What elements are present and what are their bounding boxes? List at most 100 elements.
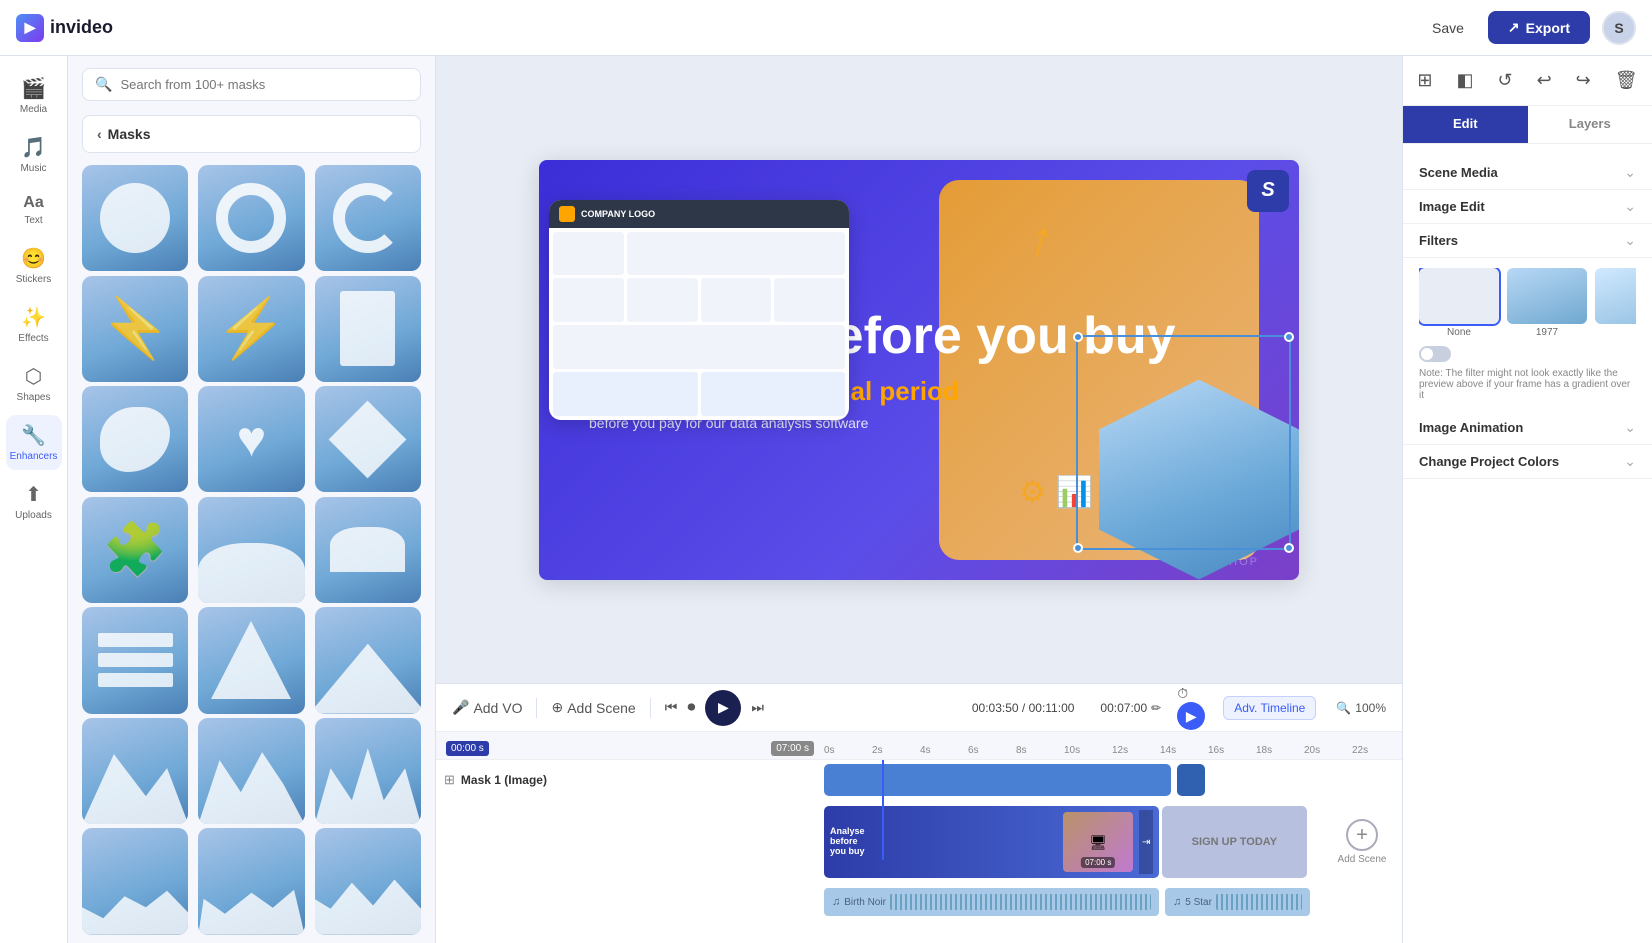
section-change-colors[interactable]: Change Project Colors ⌄ [1403, 445, 1652, 479]
mask-item-15[interactable] [315, 607, 421, 713]
audio-wave-1 [890, 894, 1151, 911]
sidebar-item-text[interactable]: Aa Text [6, 186, 62, 234]
timeline-controls: 🎤 Add VO ⊕ Add Scene ⏮ ⏺ ▶ [436, 684, 1402, 732]
mask-item-19[interactable] [82, 828, 188, 934]
scene1-duration-badge: 07:00 s [1081, 857, 1115, 868]
mask-item-3[interactable] [315, 165, 421, 271]
sidebar-item-enhancers[interactable]: 🔧 Enhancers [6, 415, 62, 470]
mask-clip[interactable] [824, 764, 1171, 796]
audio-clip-1[interactable]: ♫ Birth Noir [824, 888, 1159, 916]
filters-row: None 1977 [1419, 268, 1636, 338]
tab-edit[interactable]: Edit [1403, 106, 1528, 143]
mask-item-4[interactable]: ⚡ [82, 276, 188, 382]
grid-view-button[interactable]: ⊞ [1411, 66, 1438, 95]
record2-button[interactable]: ▶ [1177, 702, 1205, 730]
undo-button[interactable]: ↩ [1531, 66, 1558, 95]
canvas[interactable]: S COMPANY LOGO [539, 160, 1299, 580]
change-colors-label: Change Project Colors [1419, 454, 1559, 469]
mask-item-6[interactable] [315, 276, 421, 382]
track-content-scene[interactable]: Analysebeforeyou buy 🖥 07:00 s ⇥ [824, 806, 1402, 878]
music-icon-2: ♫ [1173, 896, 1181, 908]
mask-item-17[interactable] [198, 718, 304, 824]
audio-clip-2[interactable]: ♫ 5 Star [1165, 888, 1310, 916]
mask-item-18[interactable] [315, 718, 421, 824]
ruler-left-pad: 00:00 s 07:00 s [436, 732, 824, 759]
sidebar-label-effects: Effects [18, 333, 48, 344]
mask-item-21[interactable] [315, 828, 421, 934]
mask-item-10[interactable]: 🧩 [82, 497, 188, 603]
section-image-edit[interactable]: Image Edit ⌄ [1403, 190, 1652, 224]
add-scene-area[interactable]: + Add Scene [1322, 806, 1402, 878]
add-vo-button[interactable]: 🎤 Add VO [452, 699, 522, 716]
right-toolbar: ⊞ ◧ ↺ ↩ ↪ 🗑 [1403, 56, 1652, 106]
scene1-clip[interactable]: Analysebeforeyou buy 🖥 07:00 s ⇥ [824, 806, 1159, 878]
sidebar-item-uploads[interactable]: ⬆ Uploads [6, 474, 62, 529]
layers-button[interactable]: ◧ [1450, 66, 1479, 95]
mask-item-12[interactable] [315, 497, 421, 603]
avatar[interactable]: S [1602, 11, 1636, 45]
filter-none[interactable] [1419, 268, 1499, 324]
export-label: Export [1526, 20, 1570, 36]
sidebar-item-music[interactable]: 🎵 Music [6, 127, 62, 182]
masks-grid: ⚡ ⚡ ♥ [68, 161, 435, 943]
filter-1977[interactable] [1507, 268, 1587, 324]
mask-item-11[interactable] [198, 497, 304, 603]
mask-item-2[interactable] [198, 165, 304, 271]
track-content-mask[interactable] [824, 764, 1402, 796]
play-button[interactable]: ▶ [705, 690, 741, 726]
current-time: 00:03:50 [972, 701, 1019, 715]
mask-clip-end[interactable] [1177, 764, 1206, 796]
add-scene-button-top[interactable]: ⊕ Add Scene [551, 699, 635, 716]
filters-header[interactable]: Filters ⌄ [1403, 224, 1652, 258]
mask-item-20[interactable] [198, 828, 304, 934]
timer-button[interactable]: ⏱ [1177, 685, 1188, 702]
sidebar-item-stickers[interactable]: 😊 Stickers [6, 238, 62, 293]
export-button[interactable]: ↗ Export [1488, 11, 1590, 44]
scene2-clip[interactable]: SIGN UP TODAY [1162, 806, 1307, 878]
delete-button[interactable]: 🗑 [1609, 66, 1644, 95]
track-content-audio: ♫ Birth Noir ♫ 5 Star [824, 888, 1402, 916]
filter-extra[interactable] [1595, 268, 1636, 324]
save-button[interactable]: Save [1420, 14, 1476, 42]
sidebar-item-shapes[interactable]: ⬡ Shapes [6, 356, 62, 411]
scene-media-arrow-icon: ⌄ [1624, 164, 1636, 181]
mask-item-1[interactable] [82, 165, 188, 271]
edit-time-icon[interactable]: ✏ [1151, 701, 1161, 715]
microphone-icon: 🎤 [452, 699, 469, 716]
record-button[interactable]: ⏺ [687, 699, 695, 717]
mask-item-16[interactable] [82, 718, 188, 824]
mask-item-7[interactable] [82, 386, 188, 492]
ruler-tick-5: 10s [1064, 745, 1112, 759]
section-filters: Filters ⌄ None [1403, 224, 1652, 411]
add-scene-label: Add Scene [567, 700, 636, 716]
shapes-icon: ⬡ [25, 364, 42, 389]
filter-toggle-knob[interactable] [1419, 346, 1451, 362]
tab-layers[interactable]: Layers [1528, 106, 1652, 143]
gear-icon: ⚙ [1019, 475, 1046, 510]
search-input[interactable] [120, 77, 408, 92]
mask-item-9[interactable] [315, 386, 421, 492]
mask-item-5[interactable]: ⚡ [198, 276, 304, 382]
section-image-animation[interactable]: Image Animation ⌄ [1403, 411, 1652, 445]
search-wrap[interactable]: 🔍 [82, 68, 421, 101]
time-start-marker: 00:00 s [446, 741, 489, 756]
filters-arrow-icon: ⌄ [1624, 232, 1636, 249]
section-scene-media[interactable]: Scene Media ⌄ [1403, 156, 1652, 190]
mask-item-13[interactable] [82, 607, 188, 713]
track-mask-icon: ⊞ [444, 772, 455, 788]
refresh-button[interactable]: ↺ [1491, 66, 1518, 95]
adv-timeline-button[interactable]: Adv. Timeline [1223, 696, 1316, 720]
mask-item-14[interactable] [198, 607, 304, 713]
sidebar-item-effects[interactable]: ✨ Effects [6, 297, 62, 352]
mask-shape-wave1 [198, 543, 304, 603]
masks-header[interactable]: ‹ Masks [82, 115, 421, 153]
sidebar-item-media[interactable]: 🎬 Media [6, 68, 62, 123]
scene1-trim-handle[interactable]: ⇥ [1139, 810, 1153, 874]
mask-shape-coast3 [315, 870, 421, 935]
skip-back-button[interactable]: ⏮ [665, 699, 678, 716]
logo[interactable]: ▶ invideo [16, 14, 113, 42]
mask-item-8[interactable]: ♥ [198, 386, 304, 492]
timeline-tracks: ⊞ Mask 1 (Image) [436, 760, 1402, 920]
skip-forward-button[interactable]: ⏭ [751, 699, 764, 716]
redo-button[interactable]: ↪ [1570, 66, 1597, 95]
